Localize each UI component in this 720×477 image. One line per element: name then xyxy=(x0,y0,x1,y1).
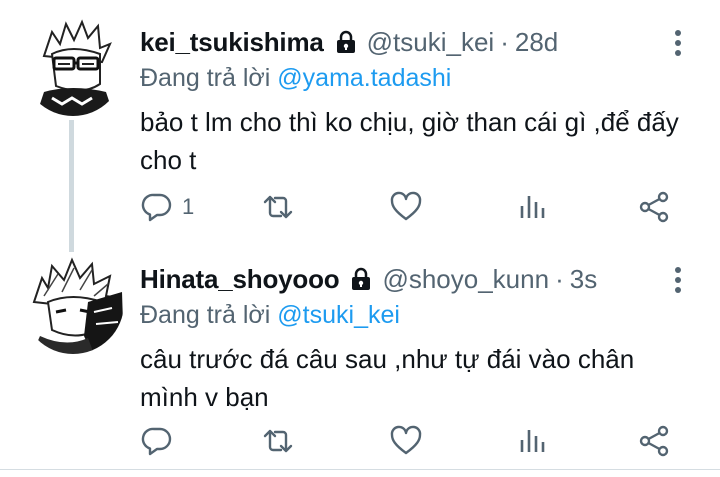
timestamp[interactable]: 3s xyxy=(570,264,597,295)
replying-to-mention[interactable]: @tsuki_kei xyxy=(277,301,400,329)
lock-icon xyxy=(333,29,359,55)
analytics-button[interactable] xyxy=(515,187,549,227)
tweet-actions: 1 xyxy=(140,187,690,227)
more-vertical-icon[interactable] xyxy=(666,265,690,295)
tweet-text: bảo t lm cho thì ko chịu, giờ than cái g… xyxy=(140,107,679,175)
display-name[interactable]: Hinata_shoyooo xyxy=(140,264,340,295)
like-button[interactable] xyxy=(389,421,431,461)
like-button[interactable] xyxy=(389,187,431,227)
heart-icon xyxy=(390,191,422,221)
reply-button[interactable] xyxy=(140,421,182,461)
analytics-button[interactable] xyxy=(515,421,549,461)
reply-count: 1 xyxy=(182,194,195,219)
replying-prefix: Đang trả lời xyxy=(140,301,278,329)
timestamp[interactable]: 28d xyxy=(515,27,558,58)
share-button[interactable] xyxy=(637,187,671,227)
tweet-text: câu trước đá câu sau ,như tự đái vào châ… xyxy=(140,344,635,412)
tweet-header: Hinata_shoyooo @shoyo_kunn · 3s xyxy=(140,261,690,297)
retweet-button[interactable] xyxy=(261,187,303,227)
thread-connector-line xyxy=(69,120,74,252)
tweet-2[interactable]: Hinata_shoyooo @shoyo_kunn · 3s Đang trả… xyxy=(0,235,720,469)
heart-icon xyxy=(390,425,422,455)
replying-to: Đang trả lời @tsuki_kei xyxy=(140,298,690,332)
bar-chart-icon xyxy=(520,430,545,452)
lock-icon xyxy=(348,266,374,292)
bottom-divider xyxy=(0,469,720,470)
reply-icon xyxy=(141,427,172,456)
retweet-button[interactable] xyxy=(261,421,303,461)
replying-to: Đang trả lời @yama.tadashi xyxy=(140,61,690,95)
bar-chart-icon xyxy=(520,196,545,218)
tweet-content: Hinata_shoyooo @shoyo_kunn · 3s Đang trả… xyxy=(140,261,690,416)
avatar-kei-tsukishima[interactable] xyxy=(22,14,124,116)
replying-to-mention[interactable]: @yama.tadashi xyxy=(277,64,451,92)
share-button[interactable] xyxy=(637,421,671,461)
reply-icon xyxy=(141,193,172,222)
avatar-hinata-shoyooo[interactable] xyxy=(22,252,124,354)
tweet-content: kei_tsukishima @tsuki_kei · 28d Đang trả… xyxy=(140,24,690,179)
reply-button[interactable]: 1 xyxy=(140,187,194,227)
tweet-1[interactable]: kei_tsukishima @tsuki_kei · 28d Đang trả… xyxy=(0,0,720,252)
user-handle[interactable]: @shoyo_kunn xyxy=(382,264,549,295)
tweet-actions xyxy=(140,421,690,461)
separator-dot: · xyxy=(500,26,509,57)
tweet-header: kei_tsukishima @tsuki_kei · 28d xyxy=(140,24,690,60)
replying-prefix: Đang trả lời xyxy=(140,64,278,92)
retweet-icon xyxy=(263,429,293,453)
user-handle[interactable]: @tsuki_kei xyxy=(367,27,495,58)
share-icon xyxy=(639,425,669,457)
display-name[interactable]: kei_tsukishima xyxy=(140,27,324,58)
more-vertical-icon[interactable] xyxy=(666,28,690,58)
retweet-icon xyxy=(263,195,293,219)
separator-dot: · xyxy=(555,263,564,294)
share-icon xyxy=(639,191,669,223)
